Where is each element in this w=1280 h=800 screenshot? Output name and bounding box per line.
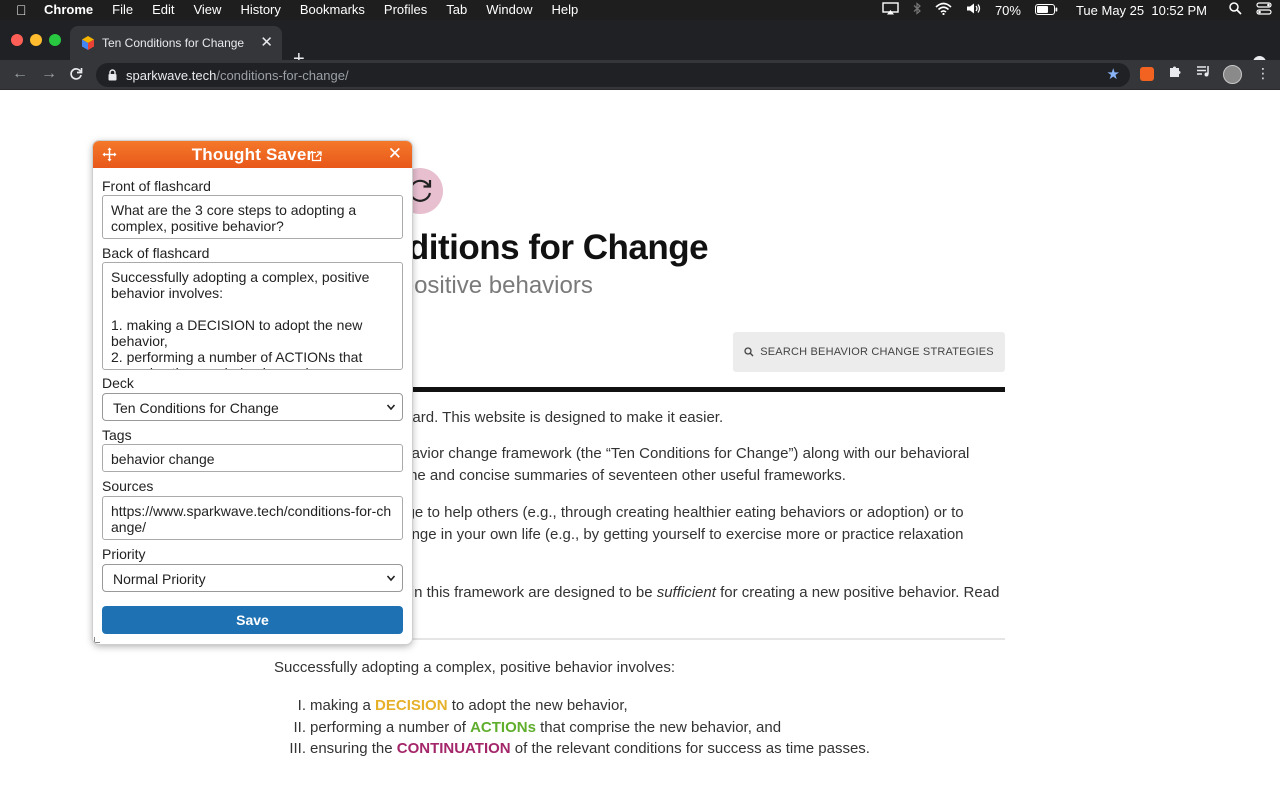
priority-label: Priority <box>102 546 146 562</box>
url-host: sparkwave.tech <box>126 68 217 83</box>
window-minimize-button[interactable] <box>30 34 42 46</box>
browser-tab-strip: Ten Conditions for Change ✕ + <box>0 20 1280 69</box>
volume-icon[interactable] <box>966 2 981 18</box>
front-label: Front of flashcard <box>102 178 211 194</box>
list-item-text: performing a number of <box>310 718 471 736</box>
address-bar[interactable]: sparkwave.tech/conditions-for-change/ ★ <box>96 63 1130 87</box>
menu-help[interactable]: Help <box>552 0 579 20</box>
extensions-puzzle-icon[interactable] <box>1168 64 1182 78</box>
menu-window[interactable]: Window <box>486 0 532 20</box>
menu-view[interactable]: View <box>193 0 221 20</box>
menubar-clock[interactable]: Tue May 25 10:52 PM <box>1076 3 1207 18</box>
deck-label: Deck <box>102 375 134 391</box>
airplay-icon[interactable] <box>882 2 899 18</box>
menubar-status-area: 70% Tue May 25 10:52 PM <box>882 0 1272 20</box>
thought-saver-header[interactable]: Thought Saver ✕ <box>93 141 412 168</box>
url-path: /conditions-for-change/ <box>216 68 349 83</box>
chevron-down-icon <box>386 575 396 582</box>
list-item-number: I. <box>297 697 306 714</box>
bluetooth-icon[interactable] <box>913 2 921 18</box>
browser-tab-active[interactable]: Ten Conditions for Change ✕ <box>70 26 282 60</box>
list-item-text: making a <box>310 697 376 714</box>
window-zoom-button[interactable] <box>49 34 61 46</box>
search-icon <box>744 347 754 357</box>
continuation-keyword: CONTINUATION <box>396 740 511 757</box>
list-item-text: to adopt the new behavior, <box>447 697 628 714</box>
forward-arrow-icon[interactable]: → <box>41 64 57 84</box>
external-link-icon[interactable] <box>311 149 322 167</box>
wifi-icon[interactable] <box>935 2 952 18</box>
menu-bookmarks[interactable]: Bookmarks <box>300 0 365 20</box>
steps-intro: Successfully adopting a complex, positiv… <box>274 659 676 676</box>
search-strategies-button[interactable]: SEARCH BEHAVIOR CHANGE STRATEGIES <box>733 332 1005 372</box>
thought-saver-extension-icon[interactable] <box>1140 67 1154 81</box>
apple-menu-icon[interactable]:  <box>16 0 30 20</box>
back-arrow-icon[interactable]: ← <box>12 64 28 84</box>
bookmark-star-icon[interactable]: ★ <box>1107 65 1120 83</box>
lock-icon[interactable] <box>108 68 117 81</box>
chevron-down-icon <box>386 404 396 411</box>
priority-selected-value: Normal Priority <box>113 571 206 587</box>
back-label: Back of flashcard <box>102 245 210 261</box>
close-icon[interactable]: ✕ <box>388 144 402 164</box>
reload-icon[interactable] <box>69 64 83 87</box>
menu-tab[interactable]: Tab <box>446 0 467 20</box>
sources-field[interactable]: https://www.sparkwave.tech/conditions-fo… <box>102 496 403 540</box>
menu-history[interactable]: History <box>240 0 280 20</box>
profile-avatar[interactable] <box>1223 65 1242 84</box>
spotlight-search-icon[interactable] <box>1229 2 1242 18</box>
list-item: II. performing a number of ACTIONs that … <box>274 717 1005 739</box>
resize-handle[interactable] <box>94 637 100 643</box>
save-button[interactable]: Save <box>102 606 403 634</box>
p4-emphasis: sufficient <box>656 584 716 601</box>
list-item-text: ensuring the <box>310 740 397 757</box>
battery-icon[interactable] <box>1034 3 1058 18</box>
media-control-icon[interactable] <box>1196 64 1210 78</box>
window-close-button[interactable] <box>11 34 23 46</box>
priority-select[interactable]: Normal Priority <box>102 564 403 592</box>
search-strategies-label: SEARCH BEHAVIOR CHANGE STRATEGIES <box>760 346 994 358</box>
list-item: III. ensuring the CONTINUATION of the re… <box>274 738 1005 760</box>
list-item: I. making a DECISION to adopt the new be… <box>274 695 1005 717</box>
site-favicon-icon <box>81 36 95 50</box>
list-item-text: of the relevant conditions for success a… <box>510 740 870 757</box>
url-text: sparkwave.tech/conditions-for-change/ <box>126 68 349 83</box>
tab-close-icon[interactable]: ✕ <box>260 33 273 51</box>
tags-field[interactable]: behavior change <box>102 444 403 472</box>
decision-keyword: DECISION <box>375 697 448 714</box>
menu-app-name[interactable]: Chrome <box>44 0 93 20</box>
deck-select[interactable]: Ten Conditions for Change <box>102 393 403 421</box>
back-flashcard-field[interactable]: Successfully adopting a complex, positiv… <box>102 262 403 370</box>
menu-file[interactable]: File <box>112 0 133 20</box>
list-item-text: that comprise the new behavior, and <box>535 718 782 736</box>
macos-menubar:  Chrome File Edit View History Bookmark… <box>0 0 1280 20</box>
chrome-menu-icon[interactable]: ⋮ <box>1256 65 1270 82</box>
action-keyword: ACTIONs <box>470 718 536 736</box>
control-center-icon[interactable] <box>1256 2 1272 18</box>
list-item-number: II. <box>293 718 306 736</box>
browser-toolbar: ← → sparkwave.tech/conditions-for-change… <box>0 60 1280 90</box>
list-item-number: III. <box>289 740 306 757</box>
deck-selected-value: Ten Conditions for Change <box>113 400 279 416</box>
thought-saver-popup: Thought Saver ✕ Front of flashcard What … <box>93 141 412 644</box>
sources-label: Sources <box>102 478 154 494</box>
menu-profiles[interactable]: Profiles <box>384 0 427 20</box>
menu-edit[interactable]: Edit <box>152 0 174 20</box>
battery-percent: 70% <box>994 2 1021 18</box>
front-flashcard-field[interactable]: What are the 3 core steps to adopting a … <box>102 195 403 239</box>
core-steps-list: I. making a DECISION to adopt the new be… <box>274 695 1005 760</box>
tab-title: Ten Conditions for Change <box>102 36 245 50</box>
tags-label: Tags <box>102 427 132 443</box>
thought-saver-title: Thought Saver <box>191 145 314 164</box>
